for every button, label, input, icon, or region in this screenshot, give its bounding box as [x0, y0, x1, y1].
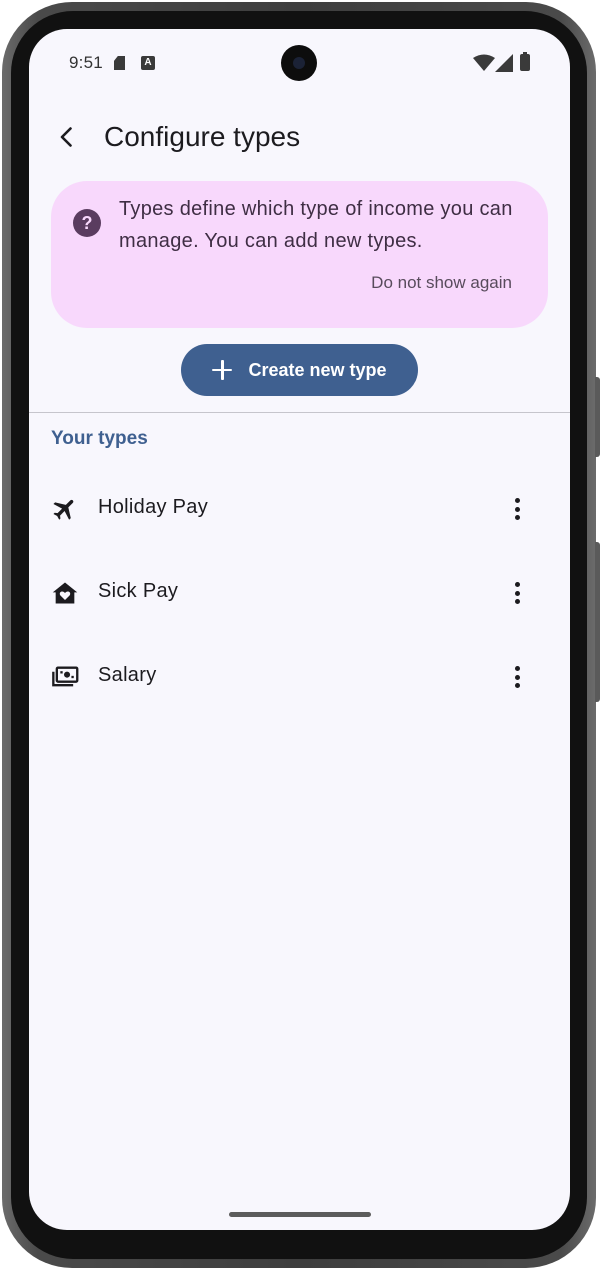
- camera-cutout: [281, 45, 317, 81]
- more-options-button[interactable]: [499, 487, 535, 531]
- home-heart-icon: [52, 582, 78, 604]
- create-new-type-button[interactable]: Create new type: [181, 344, 418, 396]
- volume-button: [595, 542, 600, 702]
- more-vert-icon-dot: [514, 498, 520, 503]
- a-notification-icon: A: [141, 56, 155, 70]
- power-button: [595, 377, 600, 457]
- help-icon: ?: [73, 209, 101, 237]
- more-vert-icon-dot: [514, 515, 520, 520]
- payments-icon: [52, 666, 79, 687]
- list-item-label: Holiday Pay: [98, 496, 209, 518]
- more-vert-icon-dot: [514, 683, 520, 688]
- status-bar: 9:51 A: [29, 29, 570, 97]
- more-vert-icon-dot: [514, 506, 520, 512]
- more-options-button[interactable]: [499, 655, 535, 699]
- more-vert-icon-dot: [514, 590, 520, 596]
- more-options-button[interactable]: [499, 571, 535, 615]
- page-title: Configure types: [104, 121, 301, 152]
- cell-signal-icon: [495, 54, 513, 72]
- battery-icon: [520, 52, 530, 71]
- sd-card-icon: [114, 56, 125, 70]
- type-list: Holiday Pay Sick Pay Salary: [29, 467, 570, 719]
- top-app-bar: Configure types: [29, 109, 570, 169]
- airplane-icon: [53, 499, 74, 520]
- create-new-type-label: Create new type: [248, 359, 387, 380]
- more-vert-icon-dot: [514, 599, 520, 604]
- list-item-salary[interactable]: Salary: [29, 635, 570, 719]
- wifi-icon: [473, 54, 495, 71]
- status-time: 9:51: [69, 53, 103, 72]
- list-item-label: Salary: [98, 664, 157, 686]
- list-item-sick-pay[interactable]: Sick Pay: [29, 551, 570, 635]
- plus-icon: [212, 360, 233, 380]
- arrow-back-icon: [60, 127, 72, 147]
- do-not-show-again-button[interactable]: Do not show again: [371, 273, 512, 293]
- info-text: Types define which type of income you ca…: [119, 198, 513, 252]
- section-header-your-types: Your types: [51, 428, 148, 449]
- more-vert-icon-dot: [514, 674, 520, 680]
- divider: [29, 412, 570, 413]
- home-indicator[interactable]: [229, 1212, 371, 1217]
- more-vert-icon-dot: [514, 582, 520, 587]
- more-vert-icon-dot: [514, 666, 520, 671]
- back-button[interactable]: [45, 115, 89, 159]
- screen: 9:51 A Configure types ? Types define wh…: [29, 29, 570, 1230]
- list-item-label: Sick Pay: [98, 580, 179, 602]
- info-card: ? Types define which type of income you …: [51, 181, 548, 328]
- list-item-holiday-pay[interactable]: Holiday Pay: [29, 467, 570, 551]
